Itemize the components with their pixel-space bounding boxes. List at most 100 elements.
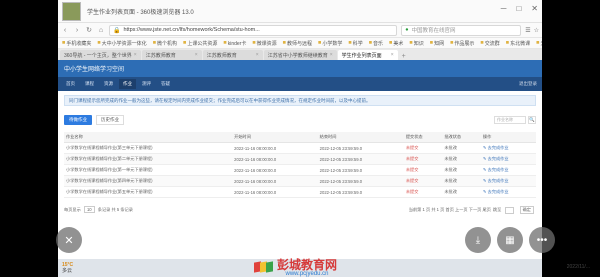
bookmark-item[interactable]: ■ 音乐 [369, 40, 383, 47]
bookmark-item[interactable]: ■ 微个机构 [153, 40, 177, 47]
tab-todo[interactable]: 待做作业 [64, 114, 92, 125]
column-header: 结束时间 [317, 132, 404, 143]
column-header: 操作 [480, 132, 536, 143]
column-header: 开始时间 [232, 132, 318, 143]
homework-search-input[interactable]: 作业名称 [494, 115, 526, 124]
site-nav-item[interactable]: 答疑 [157, 79, 174, 89]
user-avatar[interactable] [62, 1, 81, 21]
browser-tab[interactable]: 360导航 - 一个主页，整个世界 × [60, 50, 141, 60]
system-tray: 2022/11/... [567, 264, 590, 270]
bookmark-item[interactable]: ■ 大中小学资源一体化 [97, 40, 146, 47]
download-button[interactable]: ⤓ [465, 227, 491, 253]
action-label: 去完成作业 [487, 156, 509, 161]
site-header: 中小学生网络学习空间 [58, 60, 542, 77]
menu-icon[interactable]: ☰ [525, 27, 530, 34]
search-icon[interactable]: 🔍 [528, 115, 536, 124]
bookmark-item[interactable]: ■ 交流群 [480, 40, 499, 47]
minimize-icon[interactable]: ─ [501, 4, 507, 13]
homework-toolbar: 待做作业 历史作业 作业名称 🔍 [64, 114, 536, 125]
download-icon: ⤓ [475, 234, 481, 246]
new-tab-button[interactable]: + [399, 53, 409, 60]
pager-nav[interactable]: 当前第 1 页 共 1 页 首页 上一页 下一页 尾页 [409, 207, 491, 213]
folder-icon: ■ [505, 40, 510, 46]
bookmark-item[interactable]: ■ 美术 [389, 40, 403, 47]
bookmark-item[interactable]: ■ 东北微课 [506, 40, 530, 47]
bookmark-label: 科学 [352, 40, 363, 47]
cell-action[interactable]: ✎ 去完成作业 [480, 142, 536, 154]
cell-submit-status: 未提交 [403, 142, 443, 154]
goto-input[interactable] [505, 206, 514, 214]
bookmark-item[interactable]: ■ kinder卡 [223, 40, 246, 47]
site-nav-item[interactable]: 作业 [119, 79, 136, 89]
browser-tab[interactable]: 学生作业列表页面 × [337, 50, 398, 60]
tray-clock: 2022/11/... [566, 264, 590, 270]
url-text: https://www.jste.net.cn/lfs/homework/Sch… [123, 27, 260, 33]
bookmark-item[interactable]: ■ 微课资源 [252, 40, 276, 47]
cell-action[interactable]: ✎ 去完成作业 [480, 153, 536, 165]
bookmark-item[interactable]: ■天籁下载 [536, 40, 542, 47]
site-nav-item[interactable]: 测评 [138, 79, 155, 89]
folder-icon: ■ [152, 40, 157, 46]
bookmark-item[interactable]: ■ 教师与远程 [283, 40, 312, 47]
cell-submit-status: 未提交 [403, 164, 443, 176]
tab-close-icon[interactable]: × [256, 52, 259, 58]
cell-action[interactable]: ✎ 去完成作业 [480, 186, 536, 198]
logout-link[interactable]: 退出登录 [519, 81, 537, 87]
folder-icon: ■ [480, 40, 484, 46]
pause-button[interactable] [118, 229, 140, 251]
maximize-icon[interactable]: □ [516, 4, 521, 13]
bookmark-item[interactable]: ■ 上课公共资源 [183, 40, 217, 47]
column-header: 作业名称 [64, 132, 233, 143]
home-icon[interactable]: ⌂ [97, 27, 105, 34]
site-nav-item[interactable]: 首页 [62, 79, 79, 89]
page-size-select[interactable]: 10 [83, 206, 95, 213]
star-icon[interactable]: ☆ [534, 27, 539, 34]
cell-start: 2022-11-16 08:00:00.0 [232, 175, 318, 187]
cell-name: 小学数学在线课程辅导作业(第一单元下册课程) [64, 164, 233, 176]
title-bar: 学生作业列表页面 - 360极速浏览器 13.0 ─ □ ✕ [58, 0, 542, 23]
table-row: 小学数学在线课程辅导作业(第二单元下册课程) 2022-11-16 08:00:0… [64, 153, 536, 165]
goto-button[interactable]: 确定 [519, 206, 534, 214]
browser-tab[interactable]: 江苏教师教育 × [141, 50, 202, 60]
bookmark-item[interactable]: ■ 小学数学 [318, 40, 342, 47]
bookmark-item[interactable]: ■ 知网 [430, 40, 444, 47]
close-video-button[interactable]: ✕ [56, 227, 82, 253]
folder-icon: ■ [348, 40, 352, 46]
refresh-icon[interactable]: ↻ [85, 26, 93, 34]
cell-start: 2022-11-16 08:00:00.0 [232, 142, 318, 154]
weather-widget[interactable]: 15°C 多云 [62, 262, 73, 274]
close-icon[interactable]: ✕ [531, 4, 538, 13]
tab-close-icon[interactable]: × [330, 52, 333, 58]
progress-track[interactable] [190, 238, 420, 241]
cell-action[interactable]: ✎ 去完成作业 [480, 175, 536, 187]
pause-icon-bar [123, 232, 127, 248]
tab-history[interactable]: 历史作业 [96, 114, 124, 125]
site-nav-item[interactable]: 课程 [81, 79, 98, 89]
folder-icon: ■ [282, 40, 286, 46]
cell-action[interactable]: ✎ 去完成作业 [480, 164, 536, 176]
site-nav-item[interactable]: 资源 [100, 79, 117, 89]
bookmark-item[interactable]: ■ 知识 [409, 40, 423, 47]
back-icon[interactable]: ‹ [61, 27, 69, 34]
pager-right: 当前第 1 页 共 1 页 首页 上一页 下一页 尾页 跳至 确定 [409, 206, 536, 214]
progress-knob[interactable] [266, 233, 279, 245]
url-input[interactable]: 🔒 https://www.jste.net.cn/lfs/homework/S… [109, 24, 398, 36]
browser-tab[interactable]: 江苏教师教育 × [202, 50, 263, 60]
bookmark-item[interactable]: ■ 科学 [348, 40, 362, 47]
folder-icon: ■ [183, 40, 187, 46]
column-header: 批改状态 [442, 132, 481, 143]
tab-label: 360导航 - 一个主页，整个世界 [64, 52, 132, 59]
browser-tab[interactable]: 江苏省中小学教师继续教育 × [263, 50, 337, 60]
forward-icon[interactable]: › [73, 27, 81, 34]
bookmark-item[interactable]: ■ 作品展示 [450, 40, 474, 47]
search-input[interactable]: ● 中国教育在线官网 [401, 24, 522, 36]
cell-submit-status: 未提交 [403, 186, 443, 198]
more-button[interactable]: ••• [529, 227, 555, 253]
bookmark-item[interactable]: ■ 手机收藏夹 [62, 40, 91, 47]
apps-button[interactable]: ▦ [497, 227, 523, 253]
cell-name: 小学数学在线课程辅导作业(第三单元下册课程) [64, 142, 233, 154]
tab-close-icon[interactable]: × [134, 52, 137, 58]
tab-close-icon[interactable]: × [391, 52, 394, 58]
action-label: 去完成作业 [487, 189, 509, 194]
tab-close-icon[interactable]: × [195, 52, 198, 58]
